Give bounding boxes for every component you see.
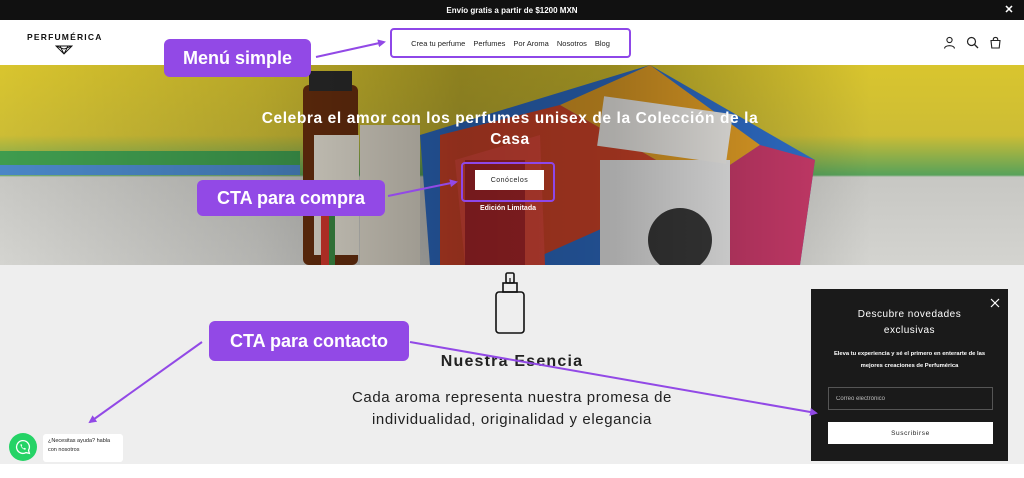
nav-item-crea-tu-perfume[interactable]: Crea tu perfume (411, 39, 465, 48)
logo[interactable]: PERFUMÉRICA (27, 32, 107, 58)
perfume-bottle-icon (495, 272, 525, 334)
close-icon[interactable]: ✕ (1002, 3, 1016, 17)
nav-item-perfumes[interactable]: Perfumes (473, 39, 505, 48)
nav-item-blog[interactable]: Blog (595, 39, 610, 48)
page: Envío gratis a partir de $1200 MXN ✕ PER… (0, 0, 1024, 478)
whatsapp-chat-bubble[interactable]: ¿Necesitas ayuda? habla con nosotros (43, 434, 123, 462)
diamond-logo-icon (55, 45, 73, 55)
annotation-menu: Menú simple (164, 39, 311, 77)
hero-banner: Celebra el amor con los perfumes unisex … (0, 65, 1024, 265)
announcement-bar: Envío gratis a partir de $1200 MXN ✕ (0, 0, 1024, 20)
hero-title: Celebra el amor con los perfumes unisex … (261, 110, 759, 148)
logo-text: PERFUMÉRICA (27, 32, 103, 42)
site-header: PERFUMÉRICA Crea tu perfume Perfumes Por… (0, 20, 1024, 65)
nav-item-por-aroma[interactable]: Por Aroma (513, 39, 548, 48)
subscribe-button[interactable]: Suscribirse (828, 422, 993, 444)
nav-item-nosotros[interactable]: Nosotros (557, 39, 587, 48)
newsletter-popup: Descubre novedades exclusivas Eleva tu e… (811, 289, 1008, 461)
close-icon[interactable] (989, 297, 1001, 309)
popup-title: Descubre novedades exclusivas (857, 309, 962, 336)
main-nav: Crea tu perfume Perfumes Por Aroma Nosot… (390, 28, 631, 58)
header-icons (943, 36, 1002, 49)
announcement-text: Envío gratis a partir de $1200 MXN (446, 5, 578, 15)
essence-text: Cada aroma representa nuestra promesa de… (351, 389, 672, 428)
cart-icon[interactable] (989, 36, 1002, 49)
email-field[interactable] (828, 387, 993, 410)
annotation-cta-compra: CTA para compra (197, 180, 385, 216)
annotation-cta-contacto: CTA para contacto (209, 321, 409, 361)
hero-subtitle: Edición Limitada (479, 205, 536, 212)
account-icon[interactable] (943, 36, 956, 49)
popup-text: Eleva tu experiencia y sé el primero en … (833, 351, 986, 369)
whatsapp-icon[interactable] (9, 433, 37, 461)
shop-cta-button[interactable]: Conócelos (475, 170, 544, 190)
search-icon[interactable] (966, 36, 979, 49)
